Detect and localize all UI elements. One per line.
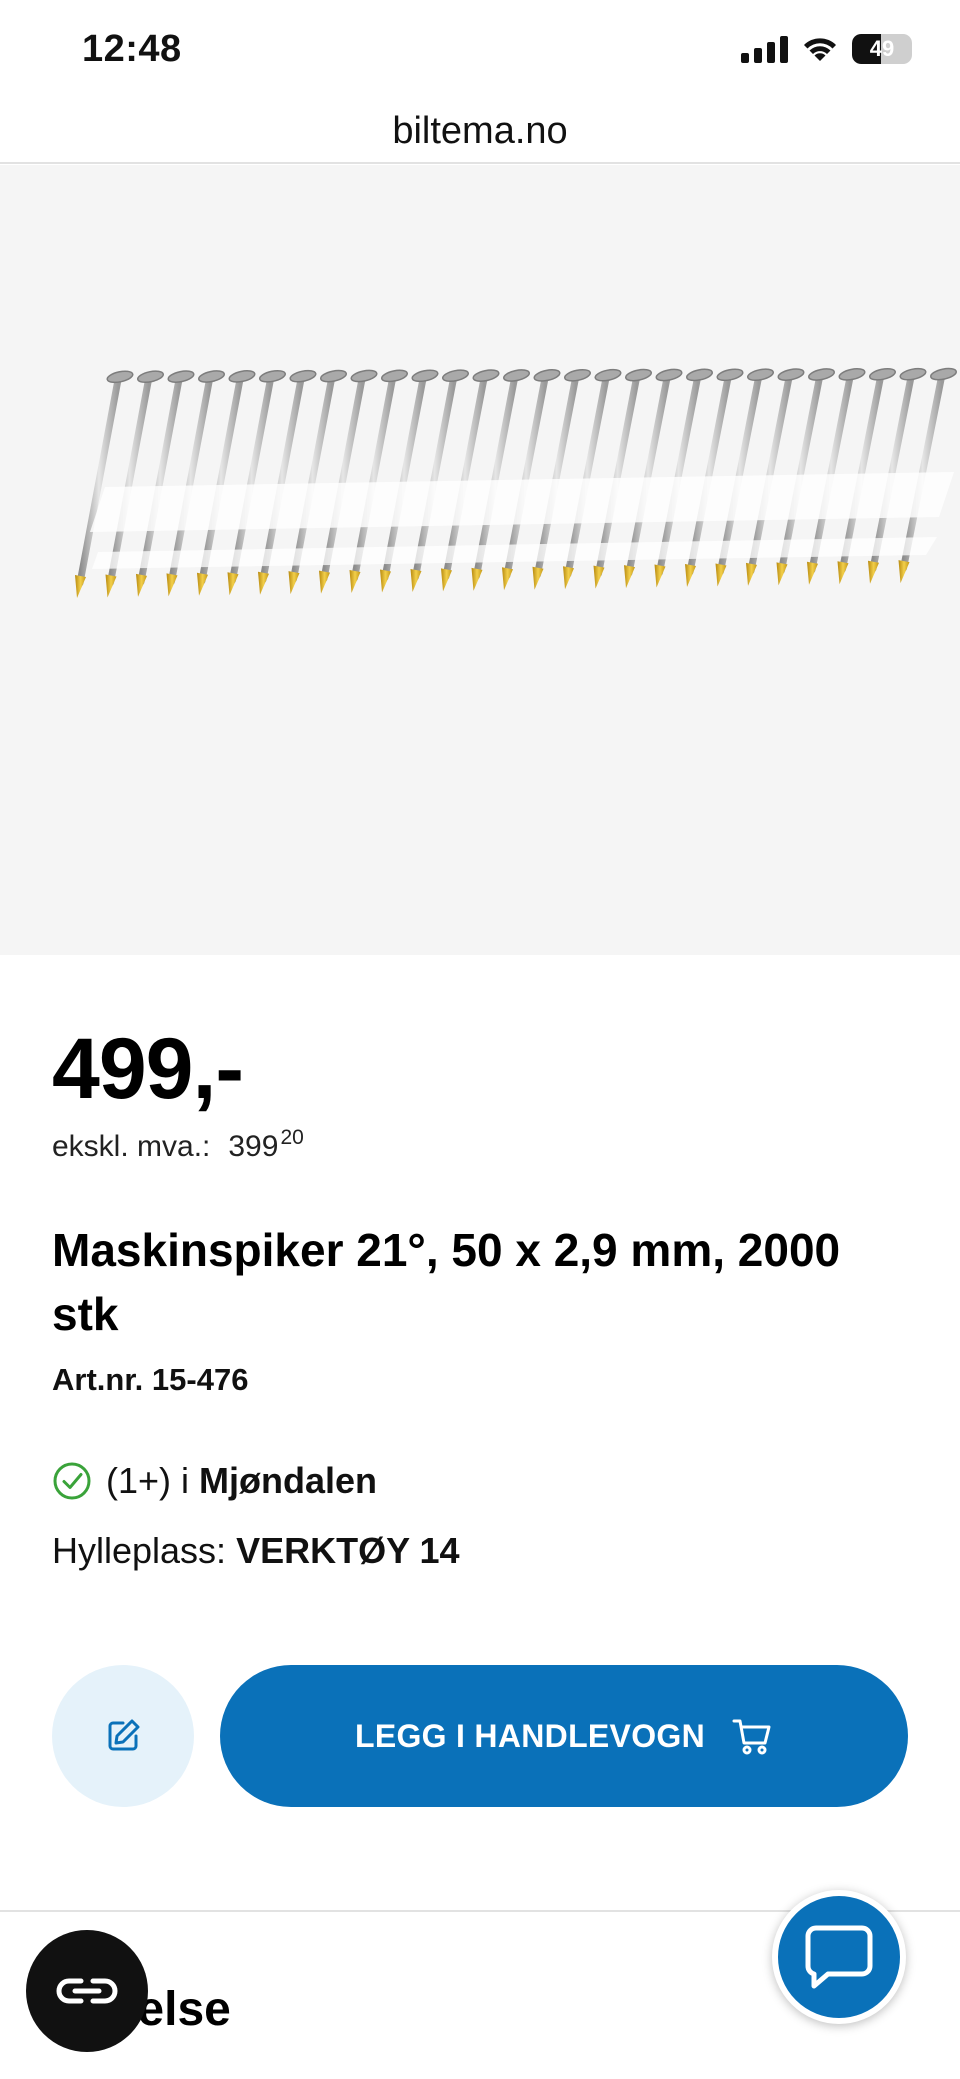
nail-tip	[166, 573, 178, 597]
reader-mode-icon	[56, 1978, 118, 2004]
nail-head	[350, 369, 378, 383]
nail-head	[624, 368, 653, 382]
nail-tip	[502, 567, 513, 591]
nail-tip	[471, 567, 483, 591]
reader-mode-button[interactable]	[26, 1930, 148, 2052]
nail-head	[289, 369, 317, 383]
battery-icon: 49	[852, 34, 912, 64]
address-bar[interactable]: biltema.no	[0, 100, 960, 164]
nail-tip	[380, 569, 391, 593]
nail-head	[411, 369, 439, 383]
nail-tip	[593, 565, 605, 589]
ex-vat-value: 399	[228, 1130, 279, 1163]
nail-strip-image	[75, 367, 958, 598]
nail-head	[777, 368, 805, 381]
stock-status[interactable]: (1+) i Mjøndalen	[52, 1460, 377, 1502]
shelf-location: Hylleplass: VERKTØY 14	[52, 1530, 460, 1572]
nail-tip	[75, 575, 86, 598]
nail-head	[838, 368, 866, 381]
nail-tip	[136, 573, 147, 597]
nail-head	[563, 368, 592, 382]
article-number: Art.nr. 15-476	[52, 1362, 249, 1397]
price: 499,-	[52, 1021, 244, 1117]
nail-tip	[898, 560, 910, 584]
edit-note-icon	[108, 1719, 140, 1751]
price-ex-vat: ekskl. mva.: 399 20	[52, 1126, 304, 1164]
nail-head	[533, 369, 561, 382]
nail-head	[258, 369, 287, 383]
nail-tip	[715, 563, 727, 587]
nail-head	[594, 368, 622, 382]
product-image[interactable]	[0, 165, 960, 955]
product-title: Maskinspiker 21°, 50 x 2,9 mm, 2000 stk	[52, 1224, 841, 1340]
nail-tip	[837, 561, 849, 585]
add-to-cart-label: LEGG I HANDLEVOGN	[354, 1717, 705, 1754]
status-icons: 49	[741, 34, 912, 64]
nail-head	[929, 367, 958, 381]
nail-tip	[410, 568, 422, 592]
url-text: biltema.no	[392, 109, 568, 152]
nail-tip	[197, 572, 208, 596]
nail-tip	[746, 562, 757, 586]
nail-tip	[685, 564, 696, 587]
nail-head	[807, 368, 836, 381]
ex-vat-label: ekskl. mva.:	[52, 1130, 211, 1163]
nail-tip	[105, 574, 117, 598]
nail-head	[380, 369, 409, 383]
nail-tip	[776, 562, 788, 586]
nail-head	[228, 370, 256, 383]
nail-head	[441, 369, 470, 383]
status-time: 12:48	[82, 28, 182, 70]
nail-head	[655, 368, 683, 382]
chat-bubble-icon	[805, 1925, 873, 1989]
nail-tip	[532, 566, 544, 590]
nail-tip	[288, 571, 300, 595]
nail-head	[106, 370, 134, 384]
stock-count: (1+) i	[106, 1460, 190, 1501]
shelf-label: Hylleplass:	[52, 1530, 227, 1571]
nail-tip	[319, 570, 330, 594]
shopping-cart-icon	[732, 1719, 771, 1755]
ex-vat-decimals: 20	[280, 1126, 304, 1149]
shelf-value: VERKTØY 14	[236, 1530, 460, 1571]
nail-tip	[654, 564, 666, 588]
status-bar: 12:48 49	[0, 0, 960, 100]
check-circle-icon	[53, 1462, 91, 1500]
nail-tip	[258, 571, 269, 595]
nail-head	[502, 369, 531, 382]
nail-head	[472, 369, 500, 382]
nail-head	[716, 368, 744, 382]
nail-tip	[349, 570, 361, 594]
wifi-icon	[804, 38, 836, 61]
nail-head	[319, 369, 348, 383]
nail-tip	[868, 560, 879, 584]
nail-head	[167, 370, 195, 383]
signal-icon	[741, 35, 788, 63]
nail-head	[899, 367, 927, 381]
battery-level: 49	[869, 36, 895, 61]
chat-button[interactable]	[772, 1890, 906, 2024]
nail-tip	[441, 568, 452, 592]
nail-tip	[624, 565, 635, 589]
add-to-cart-button[interactable]: LEGG I HANDLEVOGN	[220, 1665, 908, 1807]
nail-tip	[227, 572, 239, 596]
nail-head	[197, 370, 226, 383]
stock-store: Mjøndalen	[199, 1460, 378, 1501]
nail-head	[746, 368, 775, 382]
nail-head	[136, 370, 165, 384]
nail-head	[685, 368, 714, 382]
add-note-button[interactable]	[52, 1665, 194, 1807]
nail-tip	[807, 561, 818, 585]
nail-head	[868, 367, 897, 381]
nail-tip	[563, 566, 574, 590]
